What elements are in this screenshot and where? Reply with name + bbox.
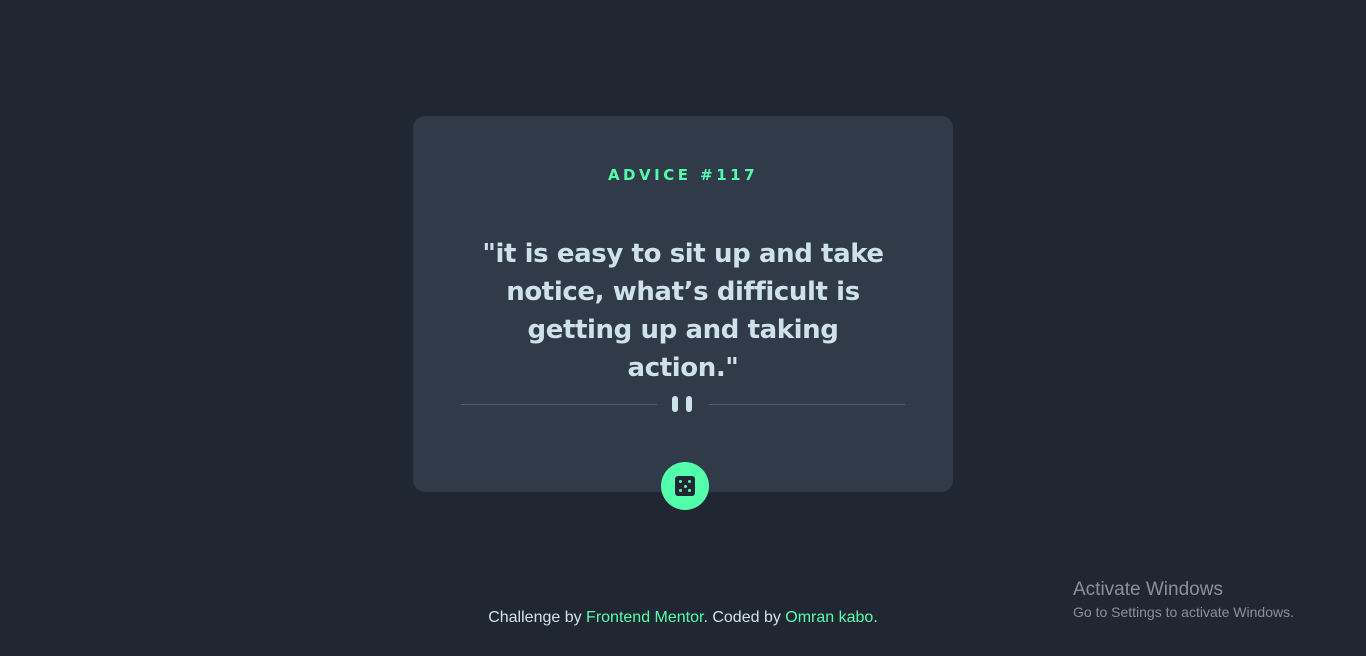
divider-line-right (709, 404, 905, 405)
attribution-middle: . Coded by (703, 609, 786, 626)
advice-heading: ADVICE #117 (607, 166, 759, 184)
pause-icon (672, 396, 694, 412)
divider-line-left (461, 404, 657, 405)
author-link[interactable]: Omran kabo (785, 609, 873, 626)
dice-icon (675, 476, 695, 496)
advice-card: ADVICE #117 "it is easy to sit up and ta… (413, 116, 953, 492)
watermark-subtitle: Go to Settings to activate Windows. (1073, 604, 1294, 620)
watermark-title: Activate Windows (1073, 579, 1223, 600)
attribution-suffix: . (873, 609, 878, 626)
divider (461, 396, 905, 412)
activate-windows-watermark: Activate Windows Go to Settings to activ… (1073, 578, 1294, 622)
advice-quote: "it is easy to sit up and take notice, w… (482, 239, 884, 383)
page: ADVICE #117 "it is easy to sit up and ta… (0, 0, 1366, 656)
attribution-prefix: Challenge by (488, 609, 587, 626)
frontend-mentor-link[interactable]: Frontend Mentor (586, 609, 703, 626)
new-advice-button[interactable] (661, 462, 709, 510)
